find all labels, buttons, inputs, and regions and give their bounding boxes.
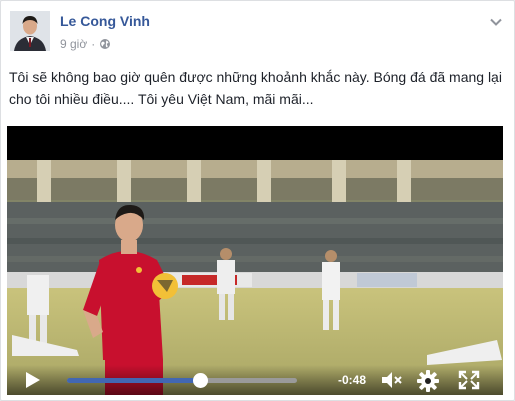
volume-muted-icon[interactable] <box>381 371 405 389</box>
post-timestamp[interactable]: 9 giờ <box>60 37 87 51</box>
progress-fill <box>67 378 201 383</box>
author-name[interactable]: Le Cong Vinh <box>60 13 150 29</box>
time-remaining: -0:48 <box>338 373 367 387</box>
video-frame[interactable] <box>7 160 503 395</box>
chevron-down-icon[interactable] <box>489 15 503 29</box>
progress-handle[interactable] <box>193 373 209 388</box>
post-meta: 9 giờ · <box>60 37 111 51</box>
fullscreen-icon[interactable] <box>458 370 480 390</box>
post-message: Tôi sẽ không bao giờ quên được những kho… <box>9 69 502 107</box>
globe-icon[interactable] <box>99 38 111 50</box>
avatar[interactable] <box>10 11 50 51</box>
progress-track[interactable] <box>67 373 297 388</box>
post-card: Le Cong Vinh 9 giờ · Tôi sẽ không bao gi… <box>0 0 515 401</box>
video-controls: -0:48 <box>7 365 503 395</box>
play-icon[interactable] <box>25 371 41 389</box>
meta-separator: · <box>91 37 96 51</box>
video-player[interactable]: -0:48 <box>7 126 503 395</box>
settings-gear-icon[interactable] <box>417 370 439 392</box>
